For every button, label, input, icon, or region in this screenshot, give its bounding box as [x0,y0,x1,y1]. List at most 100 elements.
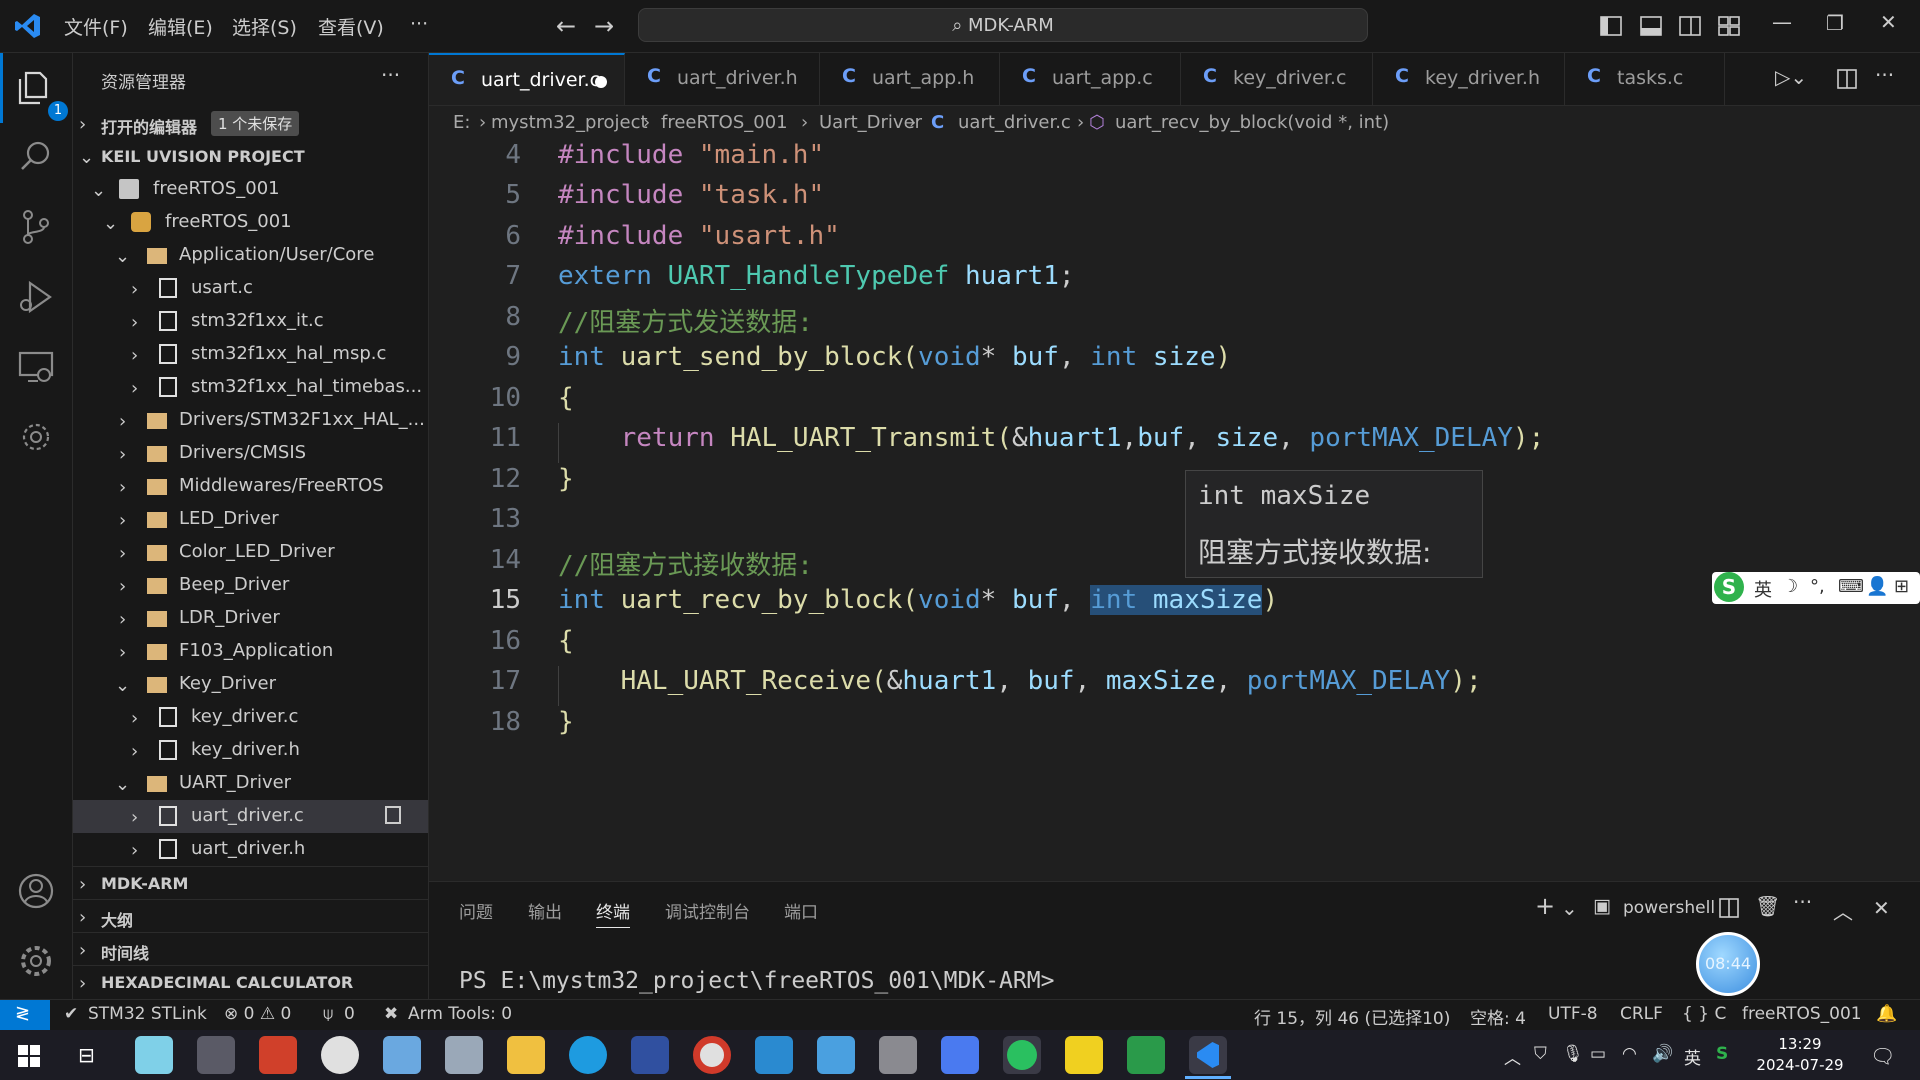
new-terminal-icon[interactable]: + [1535,892,1555,920]
tab-uart-driver-c[interactable]: C uart_driver.c [429,53,625,105]
app-icon-17[interactable] [1127,1036,1165,1074]
app-icon-2[interactable] [197,1036,235,1074]
tree-file-key-driver-c[interactable]: › key_driver.c [73,701,428,734]
floating-timer[interactable]: 08:44 [1696,932,1760,996]
chrome-icon[interactable] [693,1036,731,1074]
language-mode[interactable]: { } C [1682,1004,1726,1024]
stlink-status[interactable]: STM32 STLink [88,1004,207,1024]
menu-file[interactable]: 文件(F) [64,13,128,40]
tree-folder-key-driver[interactable]: ⌄ Key_Driver [73,668,428,701]
breadcrumb-folder[interactable]: freeRTOS_001 [661,112,788,133]
tab-key-driver-c[interactable]: C key_driver.c [1181,53,1373,105]
encoding[interactable]: UTF-8 [1548,1004,1598,1024]
tree-folder-drivers-cmsis[interactable]: › Drivers/CMSIS [73,437,428,470]
bell-icon[interactable]: 🔔 [1876,1004,1897,1024]
wifi-icon[interactable]: ◠ [1622,1044,1637,1064]
input-language[interactable]: 英 [1684,1044,1701,1069]
tree-folder-beep[interactable]: › Beep_Driver [73,569,428,602]
stm32cubemx-icon[interactable] [755,1036,793,1074]
tray-expand-icon[interactable]: ︿ [1504,1044,1521,1069]
sogou-tray-icon[interactable]: S [1716,1044,1728,1064]
app-icon-1[interactable] [135,1036,173,1074]
app-icon-12[interactable] [817,1036,855,1074]
unsaved-dot-icon[interactable] [595,76,607,88]
chevron-down-icon[interactable]: ⌄ [1561,896,1578,920]
tree-file-usart-c[interactable]: › usart.c [73,272,428,305]
mdk-arm-section[interactable]: › MDK-ARM [73,866,428,900]
cursor-position[interactable]: 行 15，列 46 (已选择10) [1254,1004,1450,1029]
moon-icon[interactable]: ☽ [1782,576,1798,597]
accounts-icon[interactable] [14,869,58,913]
explorer-icon[interactable]: 1 [14,65,68,121]
windows-start-icon[interactable] [18,1045,40,1067]
keyboard-icon[interactable]: ⌨ [1838,576,1864,597]
outline-section[interactable]: › 大纲 [73,899,428,933]
back-arrow-icon[interactable]: ← [556,12,576,40]
breadcrumb-symbol[interactable]: uart_recv_by_block(void *, int) [1115,112,1389,133]
toggle-panel-icon[interactable] [1640,15,1662,37]
breadcrumb-folder[interactable]: mystm32_project [491,112,648,133]
tab-problems[interactable]: 问题 [459,898,493,923]
minimize-icon[interactable]: — [1772,10,1792,34]
project-section[interactable]: ⌄ KEIL UVISION PROJECT [73,140,428,173]
ime-toolbar[interactable]: S 英 ☽ °, ⌨ 👤 ⊞ [1712,572,1920,604]
panel-more-icon[interactable]: ··· [1793,890,1812,914]
tree-folder-drivers-hal[interactable]: › Drivers/STM32F1xx_HAL_... [73,404,428,437]
tree-file-hal-msp-c[interactable]: › stm32f1xx_hal_msp.c [73,338,428,371]
vscode-taskbar-icon[interactable] [1189,1036,1227,1074]
tab-uart-app-c[interactable]: C uart_app.c [1000,53,1181,105]
breadcrumb-folder[interactable]: Uart_Driver [819,112,922,133]
open-editors-section[interactable]: › 打开的编辑器 1 个未保存 [73,107,428,140]
qq-icon[interactable] [321,1036,359,1074]
extensions-settings-icon[interactable] [14,415,58,459]
tab-terminal[interactable]: 终端 [596,898,630,928]
tree-folder-color-led[interactable]: › Color_LED_Driver [73,536,428,569]
hex-calculator-section[interactable]: › HEXADECIMAL CALCULATOR [73,965,428,999]
tree-item-target[interactable]: ⌄ freeRTOS_001 [73,206,428,239]
terminal-prompt[interactable]: PS E:\mystm32_project\freeRTOS_001\MDK-A… [459,968,1054,994]
copy-icon[interactable] [385,806,401,824]
split-editor-icon[interactable] [1837,69,1857,89]
menu-more[interactable]: ··· [410,13,428,35]
close-window-icon[interactable]: ✕ [1880,10,1897,34]
grid-icon[interactable]: ⊞ [1894,576,1909,597]
split-terminal-icon[interactable] [1719,898,1739,918]
tab-tasks-c[interactable]: C tasks.c [1565,53,1725,105]
app-icon-5[interactable] [383,1036,421,1074]
menu-view[interactable]: 查看(V) [318,13,384,40]
breadcrumb-file[interactable]: uart_driver.c [958,112,1071,133]
tree-folder-led-driver[interactable]: › LED_Driver [73,503,428,536]
code-editor[interactable]: 4 5 6 7 8 9 10 11 12 13 14 15 16 17 18 #… [429,140,1920,880]
maximize-panel-icon[interactable]: ︿ [1833,896,1853,925]
microphone-icon[interactable]: 🎙 [1562,1044,1584,1064]
remote-explorer-icon[interactable] [14,345,58,389]
user-icon[interactable]: 👤 [1866,576,1888,597]
active-project[interactable]: freeRTOS_001 [1742,1004,1862,1024]
timeline-section[interactable]: › 时间线 [73,932,428,966]
tab-key-driver-h[interactable]: C key_driver.h [1373,53,1565,105]
tree-item-project-root[interactable]: ⌄ freeRTOS_001 [73,173,428,206]
tab-uart-driver-h[interactable]: C uart_driver.h [625,53,820,105]
breadcrumb-drive[interactable]: E: [453,112,470,133]
app-icon-9[interactable] [631,1036,669,1074]
trash-icon[interactable]: 🗑 [1755,894,1780,918]
calculator-icon[interactable] [445,1036,483,1074]
battery-icon[interactable]: ▭ [1590,1044,1606,1064]
editor-more-icon[interactable]: ··· [1875,63,1894,87]
tree-folder-ldr[interactable]: › LDR_Driver [73,602,428,635]
problems-count[interactable]: ⊗ 0 ⚠ 0 [224,1004,291,1024]
ports-count[interactable]: 0 [344,1004,355,1024]
system-clock[interactable]: 13:29 2024-07-29 [1750,1034,1850,1076]
run-debug-icon[interactable] [14,275,58,319]
search-view-icon[interactable] [14,135,58,179]
tree-file-uart-driver-c[interactable]: › uart_driver.c [73,800,428,833]
indentation[interactable]: 空格: 4 [1470,1004,1526,1029]
tab-output[interactable]: 输出 [528,898,562,923]
edge-icon[interactable] [569,1036,607,1074]
tab-uart-app-h[interactable]: C uart_app.h [820,53,1000,105]
file-explorer-icon[interactable] [507,1036,545,1074]
punctuation-icon[interactable]: °, [1810,576,1825,597]
forward-arrow-icon[interactable]: → [594,12,614,40]
line-ending[interactable]: CRLF [1620,1004,1663,1024]
ime-language[interactable]: 英 [1754,576,1772,602]
